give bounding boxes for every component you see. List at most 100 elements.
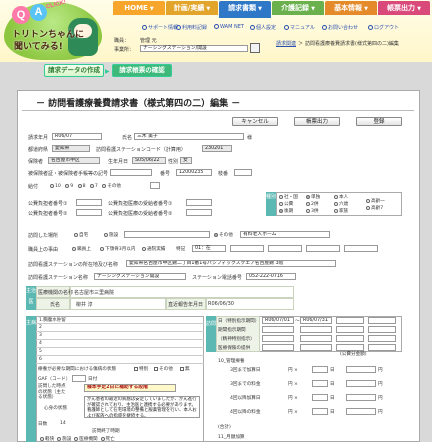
branch-field[interactable]: [234, 169, 252, 176]
fee-row-amount-field[interactable]: [346, 394, 376, 401]
number-field[interactable]: 12000235: [176, 169, 212, 176]
status-opt1[interactable]: 職員上: [72, 246, 91, 252]
disease-row[interactable]: 6: [36, 356, 204, 364]
link-wamnet[interactable]: WAM NET: [214, 24, 244, 30]
visit-place-other[interactable]: その他: [214, 232, 233, 238]
status-opt3[interactable]: 通院実績: [142, 246, 165, 252]
disease-row[interactable]: 4: [36, 340, 204, 348]
status-select-4[interactable]: [306, 245, 340, 252]
period-row4-from-2[interactable]: [336, 344, 364, 351]
fee-row-days-field[interactable]: [312, 394, 328, 401]
tab-create-claim-data[interactable]: 請求データの作成: [44, 64, 104, 77]
public-recipient1-field[interactable]: [186, 199, 212, 206]
benefit-radio[interactable]: [102, 183, 107, 188]
fee-row-amount-field[interactable]: [346, 408, 376, 415]
period-row4-from[interactable]: [262, 344, 294, 351]
benefit-radio[interactable]: [50, 183, 54, 188]
breadcrumb-claims[interactable]: 請求関連: [276, 40, 296, 47]
care-textarea[interactable]: がん患者の最近の病態は安定していましたが、がん進行が確認されており、主治医と連携…: [84, 396, 200, 418]
instruction-date-value[interactable]: R06/06/30: [208, 301, 234, 307]
nav-tab-1[interactable]: 計画/実績 ▼: [166, 1, 218, 15]
office-select[interactable]: ナーシングステーション/開設: [140, 45, 248, 52]
birthdate-field[interactable]: S05/06/22: [132, 157, 166, 164]
link-support[interactable]: サポート情報: [142, 24, 178, 31]
benefit-radios[interactable]: 10 9 8 7 その他: [50, 183, 121, 189]
end-options[interactable]: 軽快 施設 医療機関 死亡: [40, 436, 115, 442]
sex-field[interactable]: 女: [180, 157, 192, 164]
disease-note-check1[interactable]: 特別: [134, 366, 148, 372]
fee-row-days-field[interactable]: [312, 380, 328, 387]
public-payer2-field[interactable]: [76, 209, 102, 216]
disease-row[interactable]: 5: [36, 348, 204, 356]
gaf-field[interactable]: [72, 375, 86, 382]
office-switch-icon[interactable]: [250, 43, 260, 53]
disease-row[interactable]: 1.胸腹水貯留: [36, 316, 204, 324]
period-row2-from[interactable]: [262, 326, 294, 333]
period-from-field-2[interactable]: [336, 317, 364, 324]
station-name-field[interactable]: ナーシングステーション開設: [94, 273, 186, 280]
fee-row-amount-field[interactable]: [346, 380, 376, 387]
insurer-field[interactable]: 名古屋市中区: [48, 157, 100, 164]
tab-confirm-claim-forms[interactable]: 請求帳票の確認: [112, 64, 172, 77]
benefit-radio[interactable]: [89, 183, 94, 188]
nav-tab-4[interactable]: 基本情報 ▼: [325, 1, 377, 15]
nav-tab-0[interactable]: HOME ▼: [113, 1, 165, 15]
visit-place-other-field[interactable]: 有料老人ホーム: [240, 231, 330, 238]
station-tel-field[interactable]: 052-222-0716: [246, 273, 296, 280]
prefecture-field[interactable]: 愛知県: [52, 145, 90, 152]
nav-tab-5[interactable]: 帳票出力 ▼: [378, 1, 430, 15]
period-row3-to[interactable]: [300, 335, 332, 342]
period-row3-from-2[interactable]: [336, 335, 364, 342]
station-address-field[interactable]: 愛知県名古屋市中区錦二丁目1番1号パシフィックスクエア名古屋錦 3階: [126, 260, 336, 267]
period-from-field[interactable]: R06/07/01: [262, 317, 294, 324]
period-row3-to-2[interactable]: [368, 335, 396, 342]
public-payer1-field[interactable]: [76, 199, 102, 206]
type-options-3[interactable]: 本人 六歳 家族: [334, 194, 348, 215]
fee-row-amount-field[interactable]: [346, 366, 376, 373]
claim-month-field[interactable]: R06/07: [52, 133, 102, 140]
status-select-3[interactable]: [268, 245, 302, 252]
period-row2-from-2[interactable]: [336, 326, 364, 333]
type-options-1[interactable]: 社・国 公費 後期: [279, 194, 298, 215]
disease-note-check3[interactable]: 無: [180, 366, 190, 372]
period-row2-to-2[interactable]: [368, 326, 396, 333]
visit-place-radios[interactable]: 自宅: [74, 232, 88, 238]
status-select-2[interactable]: [230, 245, 264, 252]
register-button[interactable]: 登録: [356, 117, 402, 126]
condition-field[interactable]: 様本手足2日に補助する段階: [84, 384, 176, 392]
link-contact[interactable]: お問い合わせ: [322, 24, 358, 31]
disease-row[interactable]: 2: [36, 324, 204, 332]
name-field[interactable]: 三木 美子: [134, 133, 244, 140]
public-recipient2-field[interactable]: [186, 209, 212, 216]
link-manual[interactable]: マニュアル: [284, 24, 315, 31]
benefit-radio[interactable]: [77, 183, 82, 188]
doctor-name-value[interactable]: 柳井 淳: [76, 301, 93, 308]
status-select-5[interactable]: [344, 245, 378, 252]
nav-tab-2[interactable]: 請求書類 ▼: [219, 1, 271, 18]
period-to-field[interactable]: R06/07/31: [300, 317, 332, 324]
benefit-radio[interactable]: [65, 183, 70, 188]
period-to-field-2[interactable]: [368, 317, 396, 324]
status-select-1[interactable]: 01：在: [192, 245, 226, 252]
cancel-button[interactable]: キャンセル: [232, 117, 278, 126]
link-usage[interactable]: 利用料記録: [176, 24, 207, 31]
fee-row-days-field[interactable]: [312, 366, 328, 373]
insurance-symbol-field[interactable]: [110, 169, 152, 176]
facility-select[interactable]: [124, 231, 210, 238]
nav-tab-3[interactable]: 介護記録 ▼: [272, 1, 324, 15]
period-row4-to-2[interactable]: [368, 344, 396, 351]
benefit-other-field[interactable]: [150, 182, 160, 189]
output-button[interactable]: 帳票出力: [294, 117, 340, 126]
station-code-field[interactable]: 230201: [202, 145, 232, 152]
type-options-4[interactable]: 高齢一 高齢7: [366, 198, 385, 212]
period-row4-to[interactable]: [300, 344, 332, 351]
status-opt2[interactable]: 下顎骨3月以内: [100, 246, 136, 252]
link-logout[interactable]: ログアウト: [368, 24, 399, 31]
type-options-2[interactable]: 単独 2併 3併: [306, 194, 320, 215]
doctor-inst-value[interactable]: 名古屋市三里病院: [74, 289, 114, 296]
visit-place-facility[interactable]: 施設: [104, 232, 118, 238]
disease-row[interactable]: 3: [36, 332, 204, 340]
disease-note-check2[interactable]: その他: [154, 366, 173, 372]
period-row2-to[interactable]: [300, 326, 332, 333]
link-personal-settings[interactable]: 個人設定: [250, 24, 276, 31]
